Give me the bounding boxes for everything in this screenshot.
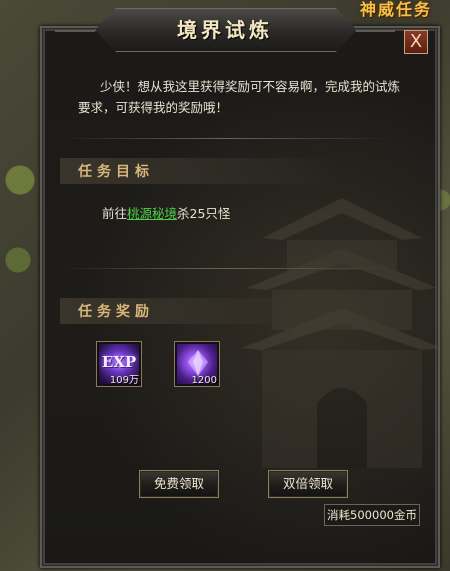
divider <box>60 268 390 269</box>
exp-icon-text: EXP <box>101 353 137 371</box>
reward-quantity: 109万 <box>109 375 139 386</box>
quest-menu-label[interactable]: 神威任务 <box>360 0 432 20</box>
close-button[interactable]: X <box>404 30 428 54</box>
free-claim-button[interactable]: 免费领取 <box>139 470 219 498</box>
dialog-title: 境界试炼 <box>177 18 273 42</box>
divider <box>60 138 390 139</box>
objective-heading-bar: 任务目标 <box>60 158 340 184</box>
reward-heading-bar: 任务奖励 <box>60 298 340 324</box>
location-link[interactable]: 桃源秘境 <box>127 206 177 221</box>
objective-text: 前往桃源秘境杀25只怪 <box>102 203 230 222</box>
intro-text: 少侠！想从我这里获得奖励可不容易啊，完成我的试炼 要求，可获得我的奖励哦！ <box>78 76 408 118</box>
double-claim-cost: 消耗500000金币 <box>324 504 420 526</box>
reward-quantity: 1200 <box>191 375 217 386</box>
intro-line-1: 少侠！想从我这里获得奖励可不容易啊，完成我的试炼 <box>100 79 401 94</box>
objective-heading: 任务目标 <box>78 164 154 180</box>
reward-slot-gem[interactable]: 1200 <box>174 341 220 387</box>
objective-suffix: 杀25只怪 <box>177 206 231 221</box>
intro-line-2: 要求，可获得我的奖励哦！ <box>78 100 229 115</box>
double-claim-button[interactable]: 双倍领取 <box>268 470 348 498</box>
title-ornament-right <box>355 30 395 32</box>
title-ornament-left <box>55 30 95 32</box>
objective-prefix: 前往 <box>102 206 128 221</box>
reward-slot-exp[interactable]: EXP 109万 <box>96 341 142 387</box>
reward-heading: 任务奖励 <box>78 304 154 320</box>
